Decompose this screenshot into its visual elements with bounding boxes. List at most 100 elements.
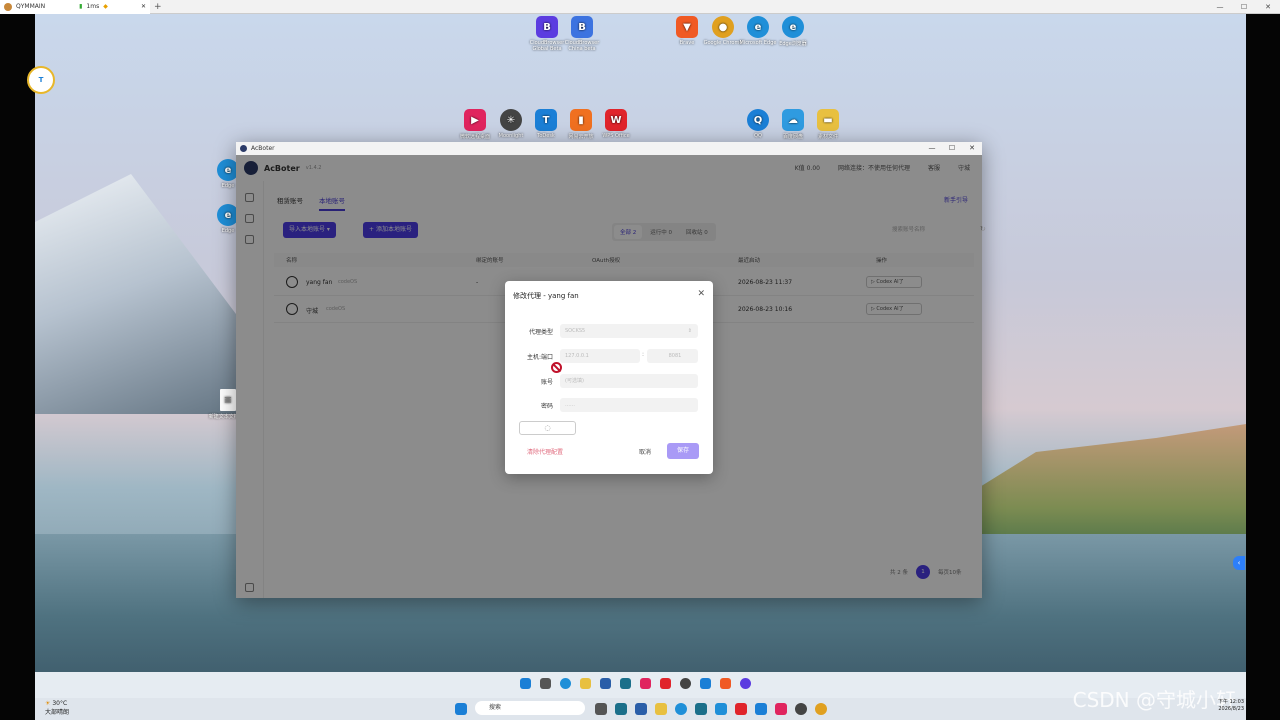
desktop-icon[interactable]: ● Google Chrome — [703, 16, 743, 46]
close-button[interactable]: ✕ — [1256, 0, 1280, 14]
taskbar-app-icon[interactable] — [695, 703, 707, 715]
minimize-button[interactable]: — — [1208, 0, 1232, 14]
desktop-icon[interactable]: Q QQ — [738, 109, 778, 139]
start-icon[interactable] — [455, 703, 467, 715]
username-input[interactable]: (可选填) — [560, 374, 698, 388]
desktop-icon[interactable]: ▶ 微软远程桌面 — [455, 109, 495, 140]
new-tab-button[interactable]: + — [154, 2, 162, 12]
save-button[interactable]: 保存 — [667, 443, 699, 459]
app-small-logo-icon — [240, 145, 247, 152]
desktop-icon[interactable]: ▮ 网易云开放 — [561, 109, 601, 140]
taskbar-app-icon[interactable] — [715, 703, 727, 715]
desktop-icon[interactable]: T ToDesk — [526, 109, 566, 139]
session-icon — [4, 2, 12, 11]
desktop-icon-label: Edge浏览器 — [779, 41, 807, 47]
proxy-type-value: SOCKS5 — [565, 328, 586, 334]
remote-moonlight-icon[interactable] — [680, 678, 691, 689]
host-port-label: 主机:端口 — [526, 354, 553, 361]
text-file-icon: ≡ — [220, 389, 236, 411]
remote-session-tab[interactable]: QYMMAIN ▮ 1ms ◆ ✕ — [0, 0, 150, 14]
window-minimize-button[interactable]: — — [922, 142, 942, 155]
weather-widget[interactable]: ☀ 30°C 大部晴朗 — [45, 700, 69, 716]
desktop-icon[interactable]: ✳ Moonlight — [491, 109, 531, 139]
remote-brave-icon[interactable] — [720, 678, 731, 689]
weather-desc: 大部晴朗 — [45, 709, 70, 716]
latency-icon: ▮ — [79, 3, 83, 10]
remote-tab-bar: QYMMAIN ▮ 1ms ◆ ✕ + — ☐ ✕ — [0, 0, 1280, 14]
taskbar-search[interactable]: 搜索 — [475, 701, 585, 715]
brave-icon: ▼ — [676, 16, 698, 38]
desktop-icon-label: Google Chrome — [703, 40, 743, 46]
side-expand-button[interactable]: ‹ — [1233, 556, 1245, 570]
remote-cloudbrowser-icon[interactable] — [740, 678, 751, 689]
remote-rdp-icon[interactable] — [640, 678, 651, 689]
cloudbrowser-china-icon: B — [571, 16, 593, 38]
password-input[interactable]: …… — [560, 398, 698, 412]
proxy-type-select[interactable]: SOCKS5 ⇕ — [560, 324, 698, 338]
remote-start-icon[interactable] — [520, 678, 531, 689]
taskbar: ☀ 30°C 大部晴朗 搜索 CSDN @守城小轩 下午 12:03 2026/8/… — [35, 672, 1246, 720]
remote-wps-icon[interactable] — [660, 678, 671, 689]
desktop-icon[interactable]: W WPS Office — [596, 109, 636, 139]
edge-icon[interactable] — [675, 703, 687, 715]
cancel-button[interactable]: 取消 — [639, 447, 651, 456]
folder-icon[interactable] — [655, 703, 667, 715]
todesk-icon[interactable] — [755, 703, 767, 715]
desktop-icon-label: 素材文件 — [817, 134, 838, 140]
task-view-icon[interactable] — [595, 703, 607, 715]
sun-icon: ☀ — [45, 700, 51, 707]
desktop-icon-label: 百度网盘 — [782, 134, 803, 140]
desktop-icon[interactable]: ▬ 素材文件 — [808, 109, 848, 140]
chevron-icon: ⇕ — [687, 328, 692, 334]
close-tab-icon[interactable]: ✕ — [141, 3, 146, 10]
remote-edge-icon[interactable] — [560, 678, 571, 689]
shield-icon: ◆ — [103, 3, 108, 10]
clear-proxy-link[interactable]: 清除代理配置 — [527, 447, 563, 456]
remote-store-icon[interactable] — [620, 678, 631, 689]
edge-icon: e — [747, 16, 769, 38]
letterbox-left — [0, 14, 35, 720]
taskbar-app-icon[interactable] — [795, 703, 807, 715]
desktop-icon-label: Moonlight — [498, 133, 524, 139]
test-proxy-button[interactable]: ◌ — [519, 421, 576, 435]
desktop-icon[interactable]: ☁ 百度网盘 — [773, 109, 813, 140]
window-maximize-button[interactable]: ☐ — [942, 142, 962, 155]
qq-icon: Q — [747, 109, 769, 131]
chrome-icon[interactable] — [815, 703, 827, 715]
host-input[interactable]: 127.0.0.1 — [560, 349, 640, 363]
taskbar-app-icon[interactable] — [615, 703, 627, 715]
maximize-button[interactable]: ☐ — [1232, 0, 1256, 14]
taskbar-app-icon[interactable] — [775, 703, 787, 715]
username-label: 账号 — [540, 379, 553, 386]
todesk-floating-icon[interactable]: T — [27, 66, 55, 94]
chrome-icon: ● — [712, 16, 734, 38]
remote-todesk-icon[interactable] — [700, 678, 711, 689]
desktop-icon-label: Microsoft Edge — [739, 40, 777, 46]
close-icon[interactable]: ✕ — [697, 289, 705, 299]
chart-app-icon: ▮ — [570, 109, 592, 131]
taskbar-app-icon[interactable] — [635, 703, 647, 715]
wps-icon[interactable] — [735, 703, 747, 715]
window-titlebar: AcBoter — ☐ ✕ — [236, 142, 982, 155]
host-port-separator: : — [642, 351, 645, 358]
port-input[interactable]: 8081 — [647, 349, 698, 363]
remote-app-icon[interactable] — [600, 678, 611, 689]
clock[interactable]: 下午 12:03 2026/8/23 — [1218, 699, 1244, 713]
desktop-icon[interactable]: e Microsoft Edge — [738, 16, 778, 46]
watermark: CSDN @守城小轩 — [1072, 688, 1236, 712]
edit-proxy-dialog: 修改代理 - yang fan ✕ 代理类型 SOCKS5 ⇕ 主机:端口 127… — [505, 281, 713, 474]
clock-date: 2026/8/23 — [1218, 706, 1244, 712]
desktop-icon-label: QQ — [754, 133, 762, 139]
desktop-icon-label: Edge — [221, 228, 235, 234]
desktop-icon[interactable]: e Edge浏览器 — [773, 16, 813, 47]
desktop-icon[interactable]: ▼ Brave — [667, 16, 707, 46]
desktop-icon[interactable]: B CloudBrowser China beta — [562, 16, 602, 52]
desktop-icon-label: Brave — [679, 40, 695, 46]
password-label: 密码 — [540, 403, 553, 410]
proxy-type-label: 代理类型 — [528, 329, 553, 336]
remote-explorer-icon[interactable] — [540, 678, 551, 689]
desktop-icon[interactable]: B CloudBrowser Global Beta — [527, 16, 567, 52]
window-close-button[interactable]: ✕ — [962, 142, 982, 155]
remote-folder-icon[interactable] — [580, 678, 591, 689]
desktop-icon-label: WPS Office — [602, 133, 630, 139]
